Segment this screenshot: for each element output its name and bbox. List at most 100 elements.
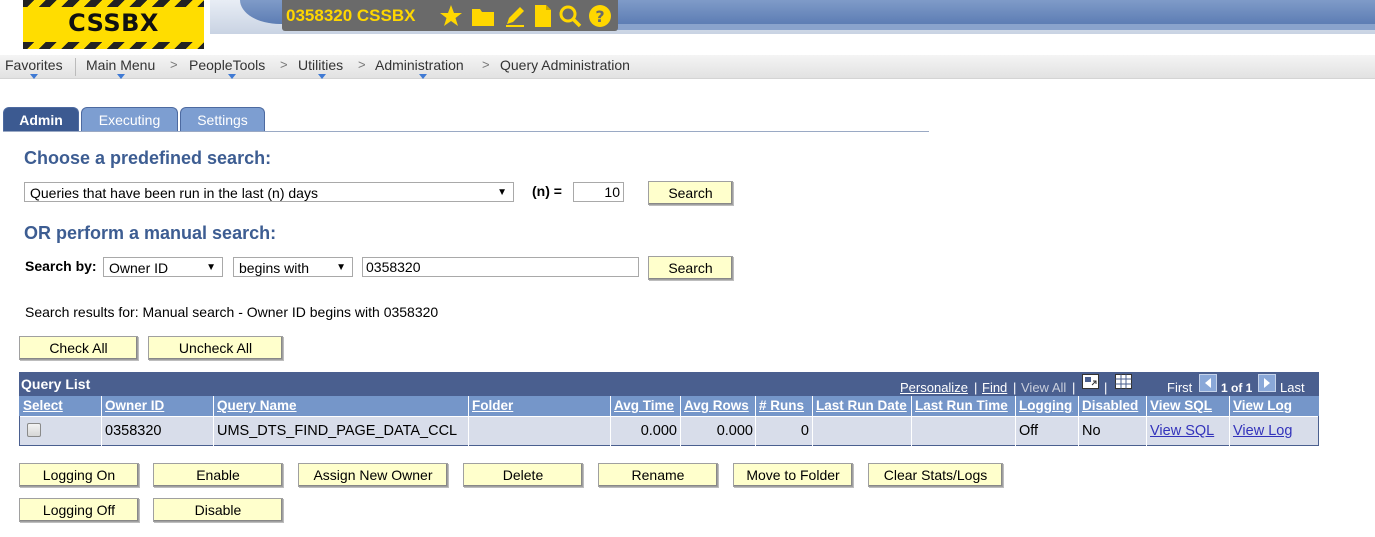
move-to-folder-button[interactable]: Move to Folder xyxy=(733,463,853,487)
column-divider xyxy=(468,396,469,446)
n-days-input[interactable]: 10 xyxy=(573,182,624,202)
view-sql-link[interactable]: View SQL xyxy=(1150,423,1214,439)
cell-owner-id: 0358320 xyxy=(105,423,162,439)
environment-label: 0358320 CSSBX xyxy=(286,6,416,25)
assign-new-owner-button[interactable]: Assign New Owner xyxy=(298,463,448,487)
column-header-view-sql[interactable]: View SQL xyxy=(1150,398,1212,413)
n-label: (n) = xyxy=(532,183,562,199)
column-header-avg-time[interactable]: Avg Time xyxy=(614,398,674,413)
breadcrumb-favorites[interactable]: Favorites xyxy=(5,57,63,73)
grid-separator: | xyxy=(1072,380,1076,395)
column-header-select[interactable]: Select xyxy=(23,398,63,413)
chevron-down-icon[interactable] xyxy=(228,74,236,79)
breadcrumb-divider xyxy=(75,58,76,76)
search-icon[interactable] xyxy=(558,4,582,28)
column-header-disabled[interactable]: Disabled xyxy=(1082,398,1138,413)
logging-off-button[interactable]: Logging Off xyxy=(19,498,139,522)
last-label: Last xyxy=(1280,380,1305,395)
grid-separator: | xyxy=(974,380,978,395)
breadcrumb-main-menu[interactable]: Main Menu xyxy=(86,57,155,73)
enable-button[interactable]: Enable xyxy=(153,463,283,487)
chevron-down-icon[interactable] xyxy=(318,74,326,79)
disable-button[interactable]: Disable xyxy=(153,498,283,522)
tab-settings[interactable]: Settings xyxy=(180,107,265,132)
folder-icon[interactable] xyxy=(471,4,495,28)
dropdown-arrow-icon: ▼ xyxy=(336,262,346,273)
search-value-input[interactable]: 0358320 xyxy=(362,257,639,277)
view-log-link[interactable]: View Log xyxy=(1233,423,1292,439)
column-header-last-run-date[interactable]: Last Run Date xyxy=(816,398,907,413)
cell-runs: 0 xyxy=(800,423,809,439)
search-results-text: Search results for: Manual search - Owne… xyxy=(25,304,439,320)
column-header-folder[interactable]: Folder xyxy=(472,398,513,413)
star-icon[interactable] xyxy=(439,4,463,28)
dropdown-arrow-icon: ▼ xyxy=(206,262,216,273)
row-count: 1 of 1 xyxy=(1221,381,1253,395)
query-list-title: Query List xyxy=(21,376,91,392)
predefined-search-button[interactable]: Search xyxy=(648,181,733,205)
pencil-icon[interactable] xyxy=(503,4,527,28)
clear-stats-logs-button[interactable]: Clear Stats/Logs xyxy=(868,463,1003,487)
uncheck-all-button[interactable]: Uncheck All xyxy=(148,336,283,360)
breadcrumb-separator: > xyxy=(170,57,178,72)
search-operator-select[interactable]: begins with ▼ xyxy=(233,257,353,277)
logging-on-button[interactable]: Logging On xyxy=(19,463,139,487)
manual-search-button[interactable]: Search xyxy=(648,256,733,280)
column-divider xyxy=(1146,396,1147,446)
column-divider xyxy=(680,396,681,446)
cell-disabled: No xyxy=(1082,423,1101,439)
download-spreadsheet-icon[interactable] xyxy=(1115,374,1132,389)
column-header-query-name[interactable]: Query Name xyxy=(217,398,297,413)
chevron-down-icon[interactable] xyxy=(30,74,38,79)
column-divider xyxy=(1078,396,1079,446)
logo-text: CSSBX xyxy=(68,9,159,37)
next-arrow-icon[interactable] xyxy=(1258,374,1276,392)
cell-query-name: UMS_DTS_FIND_PAGE_DATA_CCL xyxy=(217,423,458,439)
cell-avg-time: 0.000 xyxy=(640,423,677,439)
view-all-link[interactable]: View All xyxy=(1021,380,1066,395)
grid-separator: | xyxy=(1013,380,1017,395)
document-icon[interactable] xyxy=(531,4,555,28)
company-logo: CSSBX xyxy=(23,0,204,49)
column-header-owner-id[interactable]: Owner ID xyxy=(105,398,164,413)
row-select-checkbox[interactable] xyxy=(27,423,41,437)
column-divider xyxy=(1229,396,1230,446)
header-stripe xyxy=(610,24,1375,30)
column-header-avg-rows[interactable]: Avg Rows xyxy=(684,398,749,413)
column-header-runs[interactable]: # Runs xyxy=(759,398,804,413)
predefined-search-value: Queries that have been run in the last (… xyxy=(30,185,318,201)
search-field-value: Owner ID xyxy=(109,260,169,276)
delete-button[interactable]: Delete xyxy=(463,463,583,487)
column-divider xyxy=(755,396,756,446)
chevron-down-icon[interactable] xyxy=(117,74,125,79)
zoom-grid-icon[interactable] xyxy=(1082,374,1099,389)
search-field-select[interactable]: Owner ID ▼ xyxy=(103,257,223,277)
svg-text:?: ? xyxy=(595,7,604,26)
personalize-link[interactable]: Personalize xyxy=(900,380,968,395)
breadcrumb-peopletools[interactable]: PeopleTools xyxy=(189,57,265,73)
breadcrumb-separator: > xyxy=(358,57,366,72)
grid-separator: | xyxy=(1104,380,1108,395)
breadcrumb-administration[interactable]: Administration xyxy=(375,57,464,73)
help-icon[interactable]: ? xyxy=(588,4,612,28)
previous-arrow-icon[interactable] xyxy=(1199,374,1217,392)
check-all-button[interactable]: Check All xyxy=(19,336,138,360)
breadcrumb-utilities[interactable]: Utilities xyxy=(298,57,343,73)
search-by-label: Search by: xyxy=(25,258,97,274)
find-link[interactable]: Find xyxy=(982,380,1007,395)
cell-avg-rows: 0.000 xyxy=(716,423,753,439)
cell-logging: Off xyxy=(1019,423,1039,439)
rename-button[interactable]: Rename xyxy=(598,463,718,487)
tab-admin[interactable]: Admin xyxy=(3,107,79,132)
column-divider xyxy=(1015,396,1016,446)
column-header-last-run-time[interactable]: Last Run Time xyxy=(915,398,1008,413)
dropdown-arrow-icon: ▼ xyxy=(497,187,507,198)
breadcrumb-separator: > xyxy=(482,57,490,72)
predefined-search-select[interactable]: Queries that have been run in the last (… xyxy=(24,182,514,202)
chevron-down-icon[interactable] xyxy=(419,74,427,79)
column-divider xyxy=(610,396,611,446)
column-header-view-log[interactable]: View Log xyxy=(1233,398,1292,413)
tab-executing[interactable]: Executing xyxy=(81,107,178,132)
column-header-logging[interactable]: Logging xyxy=(1019,398,1072,413)
column-divider xyxy=(101,396,102,446)
